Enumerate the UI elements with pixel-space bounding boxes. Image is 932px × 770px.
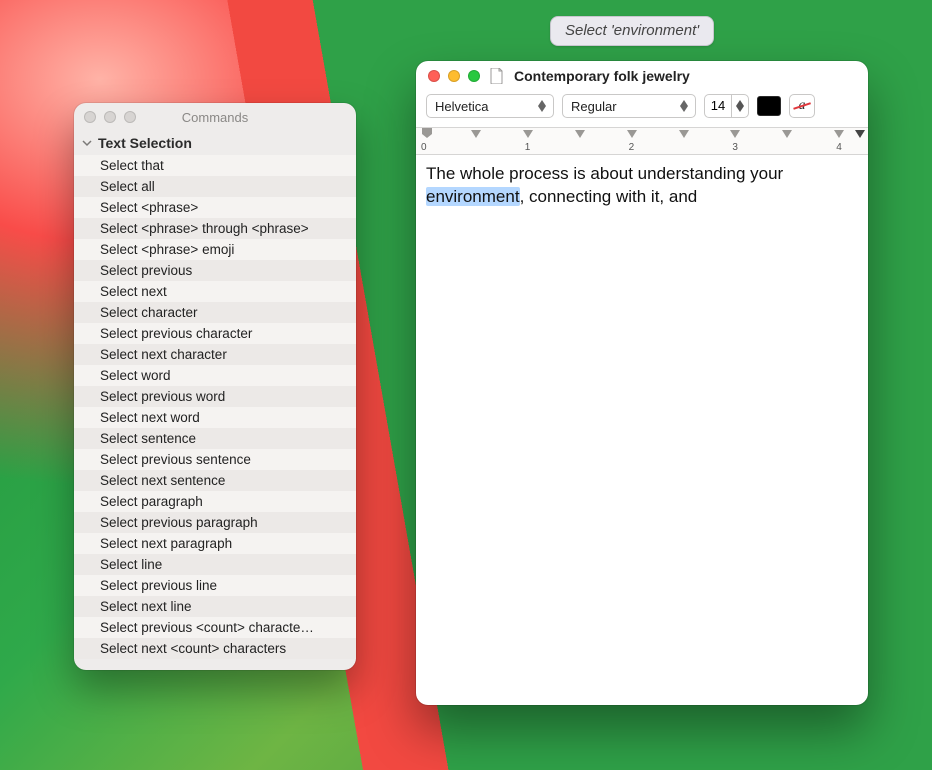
command-row[interactable]: Select next — [74, 281, 356, 302]
command-row[interactable]: Select previous sentence — [74, 449, 356, 470]
command-row[interactable]: Select next <count> characters — [74, 638, 356, 659]
font-style-value: Regular — [571, 99, 617, 114]
document-body[interactable]: The whole process is about understanding… — [416, 155, 868, 705]
strikethrough-button[interactable]: a — [789, 94, 815, 118]
document-icon — [490, 68, 504, 84]
command-row[interactable]: Select previous — [74, 260, 356, 281]
doc-text-highlight: environment — [426, 187, 520, 206]
command-row[interactable]: Select line — [74, 554, 356, 575]
command-row[interactable]: Select <phrase> through <phrase> — [74, 218, 356, 239]
textedit-window: Contemporary folk jewelry Helvetica Regu… — [416, 61, 868, 705]
command-row[interactable]: Select <phrase> — [74, 197, 356, 218]
doc-text-after: , connecting with it, and — [520, 187, 698, 206]
textedit-window-title: Contemporary folk jewelry — [514, 68, 690, 84]
chevron-down-icon — [82, 138, 92, 148]
ruler[interactable]: 0 1 2 3 4 — [416, 127, 868, 155]
command-row[interactable]: Select previous character — [74, 323, 356, 344]
command-row[interactable]: Select sentence — [74, 428, 356, 449]
ruler-tab-marker[interactable] — [627, 130, 637, 138]
command-row[interactable]: Select next sentence — [74, 470, 356, 491]
ruler-number: 3 — [732, 142, 738, 153]
commands-group-header[interactable]: Text Selection — [74, 131, 356, 155]
text-color-swatch[interactable] — [757, 96, 781, 116]
command-row[interactable]: Select all — [74, 176, 356, 197]
updown-caret-icon — [679, 100, 689, 112]
command-row[interactable]: Select next character — [74, 344, 356, 365]
command-row[interactable]: Select next paragraph — [74, 533, 356, 554]
traffic-light-zoom[interactable] — [468, 70, 480, 82]
commands-titlebar[interactable]: Commands — [74, 103, 356, 131]
voice-command-tooltip: Select 'environment' — [550, 16, 714, 46]
doc-text-before: The whole process is about understanding… — [426, 164, 783, 183]
ruler-tab-marker[interactable] — [782, 130, 792, 138]
ruler-number: 1 — [525, 142, 531, 153]
textedit-toolbar: Helvetica Regular 14 a — [416, 91, 868, 127]
traffic-light-minimize[interactable] — [448, 70, 460, 82]
ruler-right-margin-marker[interactable] — [855, 130, 865, 138]
updown-caret-icon — [537, 100, 547, 112]
ruler-tab-marker[interactable] — [523, 130, 533, 138]
ruler-tab-marker[interactable] — [834, 130, 844, 138]
left-indent-marker[interactable] — [422, 128, 432, 138]
traffic-light-close[interactable] — [428, 70, 440, 82]
textedit-titlebar[interactable]: Contemporary folk jewelry — [416, 61, 868, 91]
traffic-light-minimize[interactable] — [104, 111, 116, 123]
command-row[interactable]: Select that — [74, 155, 356, 176]
ruler-tab-marker[interactable] — [575, 130, 585, 138]
ruler-number: 2 — [629, 142, 635, 153]
command-row[interactable]: Select next line — [74, 596, 356, 617]
ruler-number: 0 — [421, 142, 427, 153]
commands-group-title: Text Selection — [98, 135, 192, 151]
command-row[interactable]: Select previous <count> characte… — [74, 617, 356, 638]
command-row[interactable]: Select previous word — [74, 386, 356, 407]
ruler-tab-marker[interactable] — [730, 130, 740, 138]
ruler-tab-marker[interactable] — [679, 130, 689, 138]
font-size-stepper[interactable] — [731, 94, 749, 118]
font-family-popup[interactable]: Helvetica — [426, 94, 554, 118]
ruler-tab-marker[interactable] — [471, 130, 481, 138]
font-style-popup[interactable]: Regular — [562, 94, 696, 118]
font-size-control[interactable]: 14 — [704, 94, 749, 118]
command-row[interactable]: Select <phrase> emoji — [74, 239, 356, 260]
traffic-light-zoom[interactable] — [124, 111, 136, 123]
commands-window: Commands Text Selection Select thatSelec… — [74, 103, 356, 670]
command-row[interactable]: Select paragraph — [74, 491, 356, 512]
font-size-value[interactable]: 14 — [704, 94, 731, 118]
commands-list: Select thatSelect allSelect <phrase>Sele… — [74, 155, 356, 659]
command-row[interactable]: Select word — [74, 365, 356, 386]
font-family-value: Helvetica — [435, 99, 488, 114]
command-row[interactable]: Select next word — [74, 407, 356, 428]
ruler-number: 4 — [836, 142, 842, 153]
command-row[interactable]: Select previous line — [74, 575, 356, 596]
command-row[interactable]: Select character — [74, 302, 356, 323]
traffic-light-close[interactable] — [84, 111, 96, 123]
command-row[interactable]: Select previous paragraph — [74, 512, 356, 533]
